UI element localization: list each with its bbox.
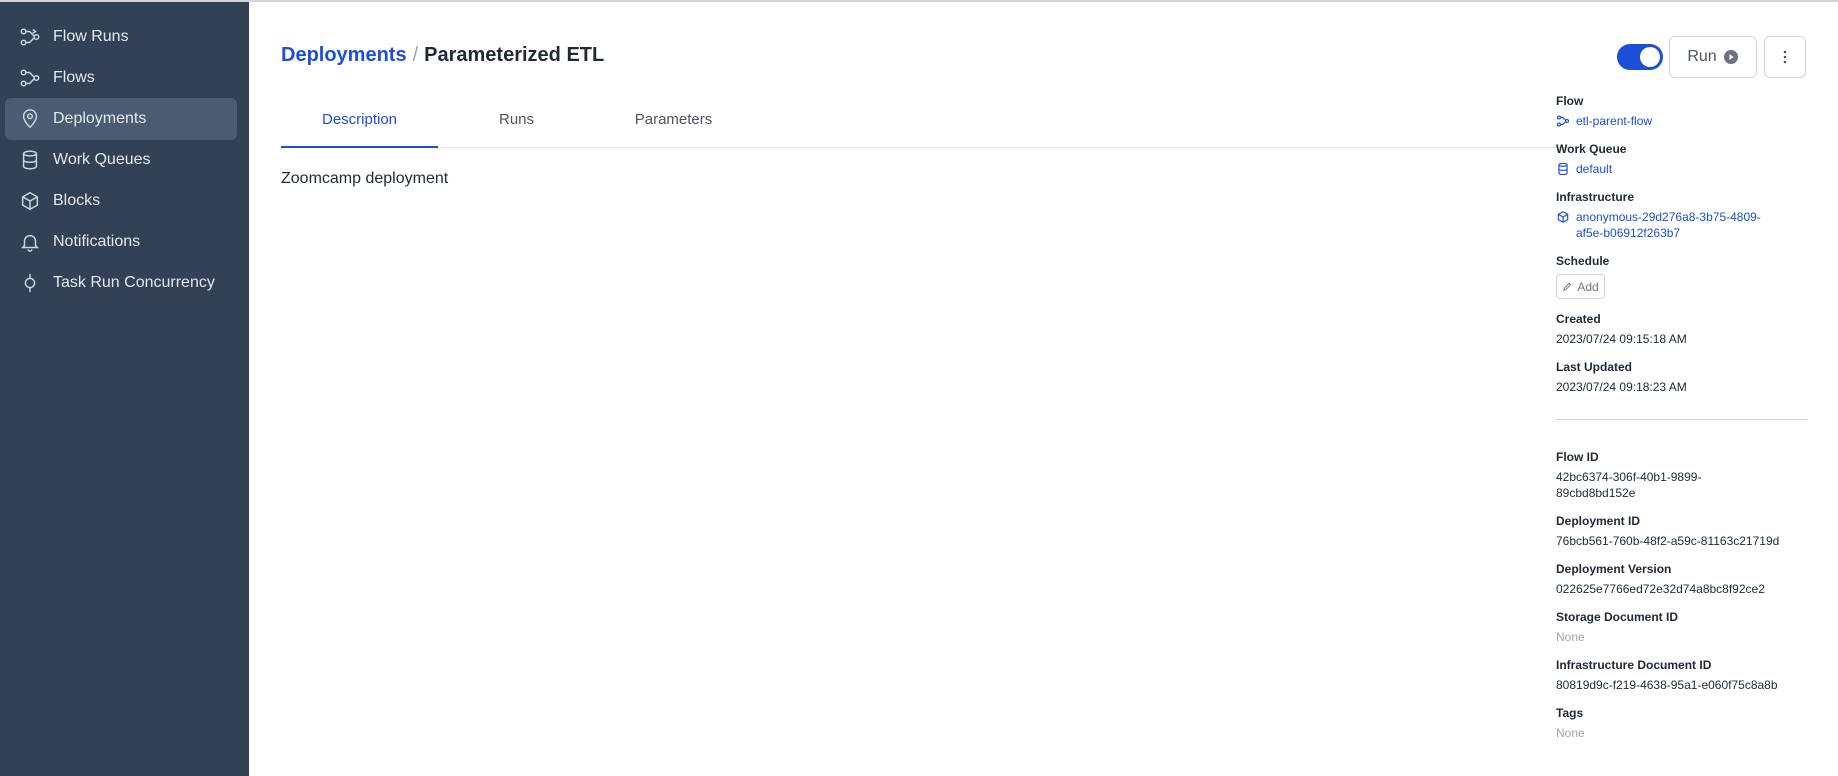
schedule-active-toggle[interactable] [1617, 44, 1663, 70]
breadcrumb: Deployments / Parameterized ETL [281, 44, 604, 67]
cube-icon [1557, 211, 1569, 223]
deployment-id-label: Deployment ID [1556, 514, 1641, 528]
work-queue-label: Work Queue [1556, 142, 1627, 156]
infrastructure-document-id-label: Infrastructure Document ID [1556, 658, 1712, 672]
add-schedule-button[interactable]: Add [1556, 274, 1605, 299]
run-button-label: Run [1687, 48, 1717, 65]
tags-value: None [1556, 726, 1585, 740]
created-value: 2023/07/24 09:15:18 AM [1556, 332, 1687, 346]
last-updated-label: Last Updated [1556, 360, 1633, 374]
created-label: Created [1556, 312, 1601, 326]
flow-label: Flow [1556, 94, 1584, 108]
infrastructure-link-line2[interactable]: af5e-b06912f263b7 [1576, 225, 1680, 241]
infrastructure-link-line1[interactable]: anonymous-29d276a8-3b75-4809- [1576, 209, 1761, 225]
sidebar-item-label: Deployments [53, 110, 147, 127]
tab-description[interactable]: Description [281, 102, 438, 148]
tab-parameters[interactable]: Parameters [595, 102, 752, 148]
sidebar-item-flow-runs[interactable]: Flow Runs [5, 16, 237, 58]
storage-document-id-value: None [1556, 630, 1585, 644]
sidebar-item-label: Notifications [53, 233, 141, 250]
flow-id-label: Flow ID [1556, 450, 1599, 464]
deployment-description: Zoomcamp deployment [281, 170, 449, 187]
sidebar-item-notifications[interactable]: Notifications [5, 221, 237, 263]
flow-icon [1556, 115, 1570, 127]
flow-id-value-line2: 89cbd8bd152e [1556, 486, 1636, 500]
pencil-icon [1563, 282, 1572, 291]
breadcrumb-deployments-link[interactable]: Deployments [281, 44, 407, 66]
database-icon [22, 150, 38, 170]
sidebar-item-flows[interactable]: Flows [5, 57, 237, 99]
run-button[interactable]: Run [1669, 36, 1757, 78]
sidebar: Flow Runs Flows Deployments Work Queues … [0, 2, 249, 776]
database-icon [1558, 162, 1568, 176]
map-pin-icon [22, 109, 38, 129]
sidebar-item-label: Blocks [53, 192, 101, 209]
flow-runs-icon [20, 28, 40, 46]
concurrency-icon [24, 273, 36, 293]
deployment-version-label: Deployment Version [1556, 562, 1672, 576]
sidebar-item-label: Flow Runs [53, 28, 129, 45]
deployment-id-value: 76bcb561-760b-48f2-a59c-81163c21719d [1556, 534, 1780, 548]
schedule-label: Schedule [1556, 254, 1610, 268]
sidebar-item-label: Task Run Concurrency [53, 274, 215, 291]
breadcrumb-separator: / [412, 44, 419, 66]
sidebar-item-blocks[interactable]: Blocks [5, 180, 237, 222]
tab-bar: Description Runs Parameters [281, 102, 1571, 148]
last-updated-value: 2023/07/24 09:18:23 AM [1556, 380, 1687, 394]
sidebar-item-deployments[interactable]: Deployments [5, 98, 237, 140]
sidebar-item-label: Flows [53, 69, 95, 86]
infrastructure-document-id-value: 80819d9c-f219-4638-95a1-e060f75c8a8b [1556, 678, 1778, 692]
sidebar-item-label: Work Queues [53, 151, 151, 168]
page-title: Parameterized ETL [424, 44, 605, 66]
details-divider [1556, 419, 1808, 420]
work-queue-link[interactable]: default [1576, 161, 1612, 177]
bell-icon [20, 234, 40, 252]
flow-id-value-line1: 42bc6374-306f-40b1-9899- [1556, 470, 1702, 484]
flows-icon [20, 69, 40, 87]
toggle-knob [1640, 47, 1660, 67]
play-icon [1723, 50, 1738, 64]
infrastructure-label: Infrastructure [1556, 190, 1635, 204]
sidebar-item-work-queues[interactable]: Work Queues [5, 139, 237, 181]
main-content: Deployments / Parameterized ETL Run Descri… [249, 2, 1838, 776]
deployment-version-value: 022625e7766ed72e32d74a8bc8f92ce2 [1556, 582, 1765, 596]
add-schedule-label: Add [1577, 279, 1599, 294]
sidebar-item-task-run-concurrency[interactable]: Task Run Concurrency [5, 262, 237, 304]
tags-label: Tags [1556, 706, 1584, 720]
more-options-button[interactable] [1764, 36, 1806, 78]
tab-runs[interactable]: Runs [438, 102, 595, 148]
more-vertical-icon [1783, 50, 1787, 64]
flow-link[interactable]: etl-parent-flow [1576, 113, 1652, 129]
cube-icon [21, 191, 39, 211]
storage-document-id-label: Storage Document ID [1556, 610, 1679, 624]
